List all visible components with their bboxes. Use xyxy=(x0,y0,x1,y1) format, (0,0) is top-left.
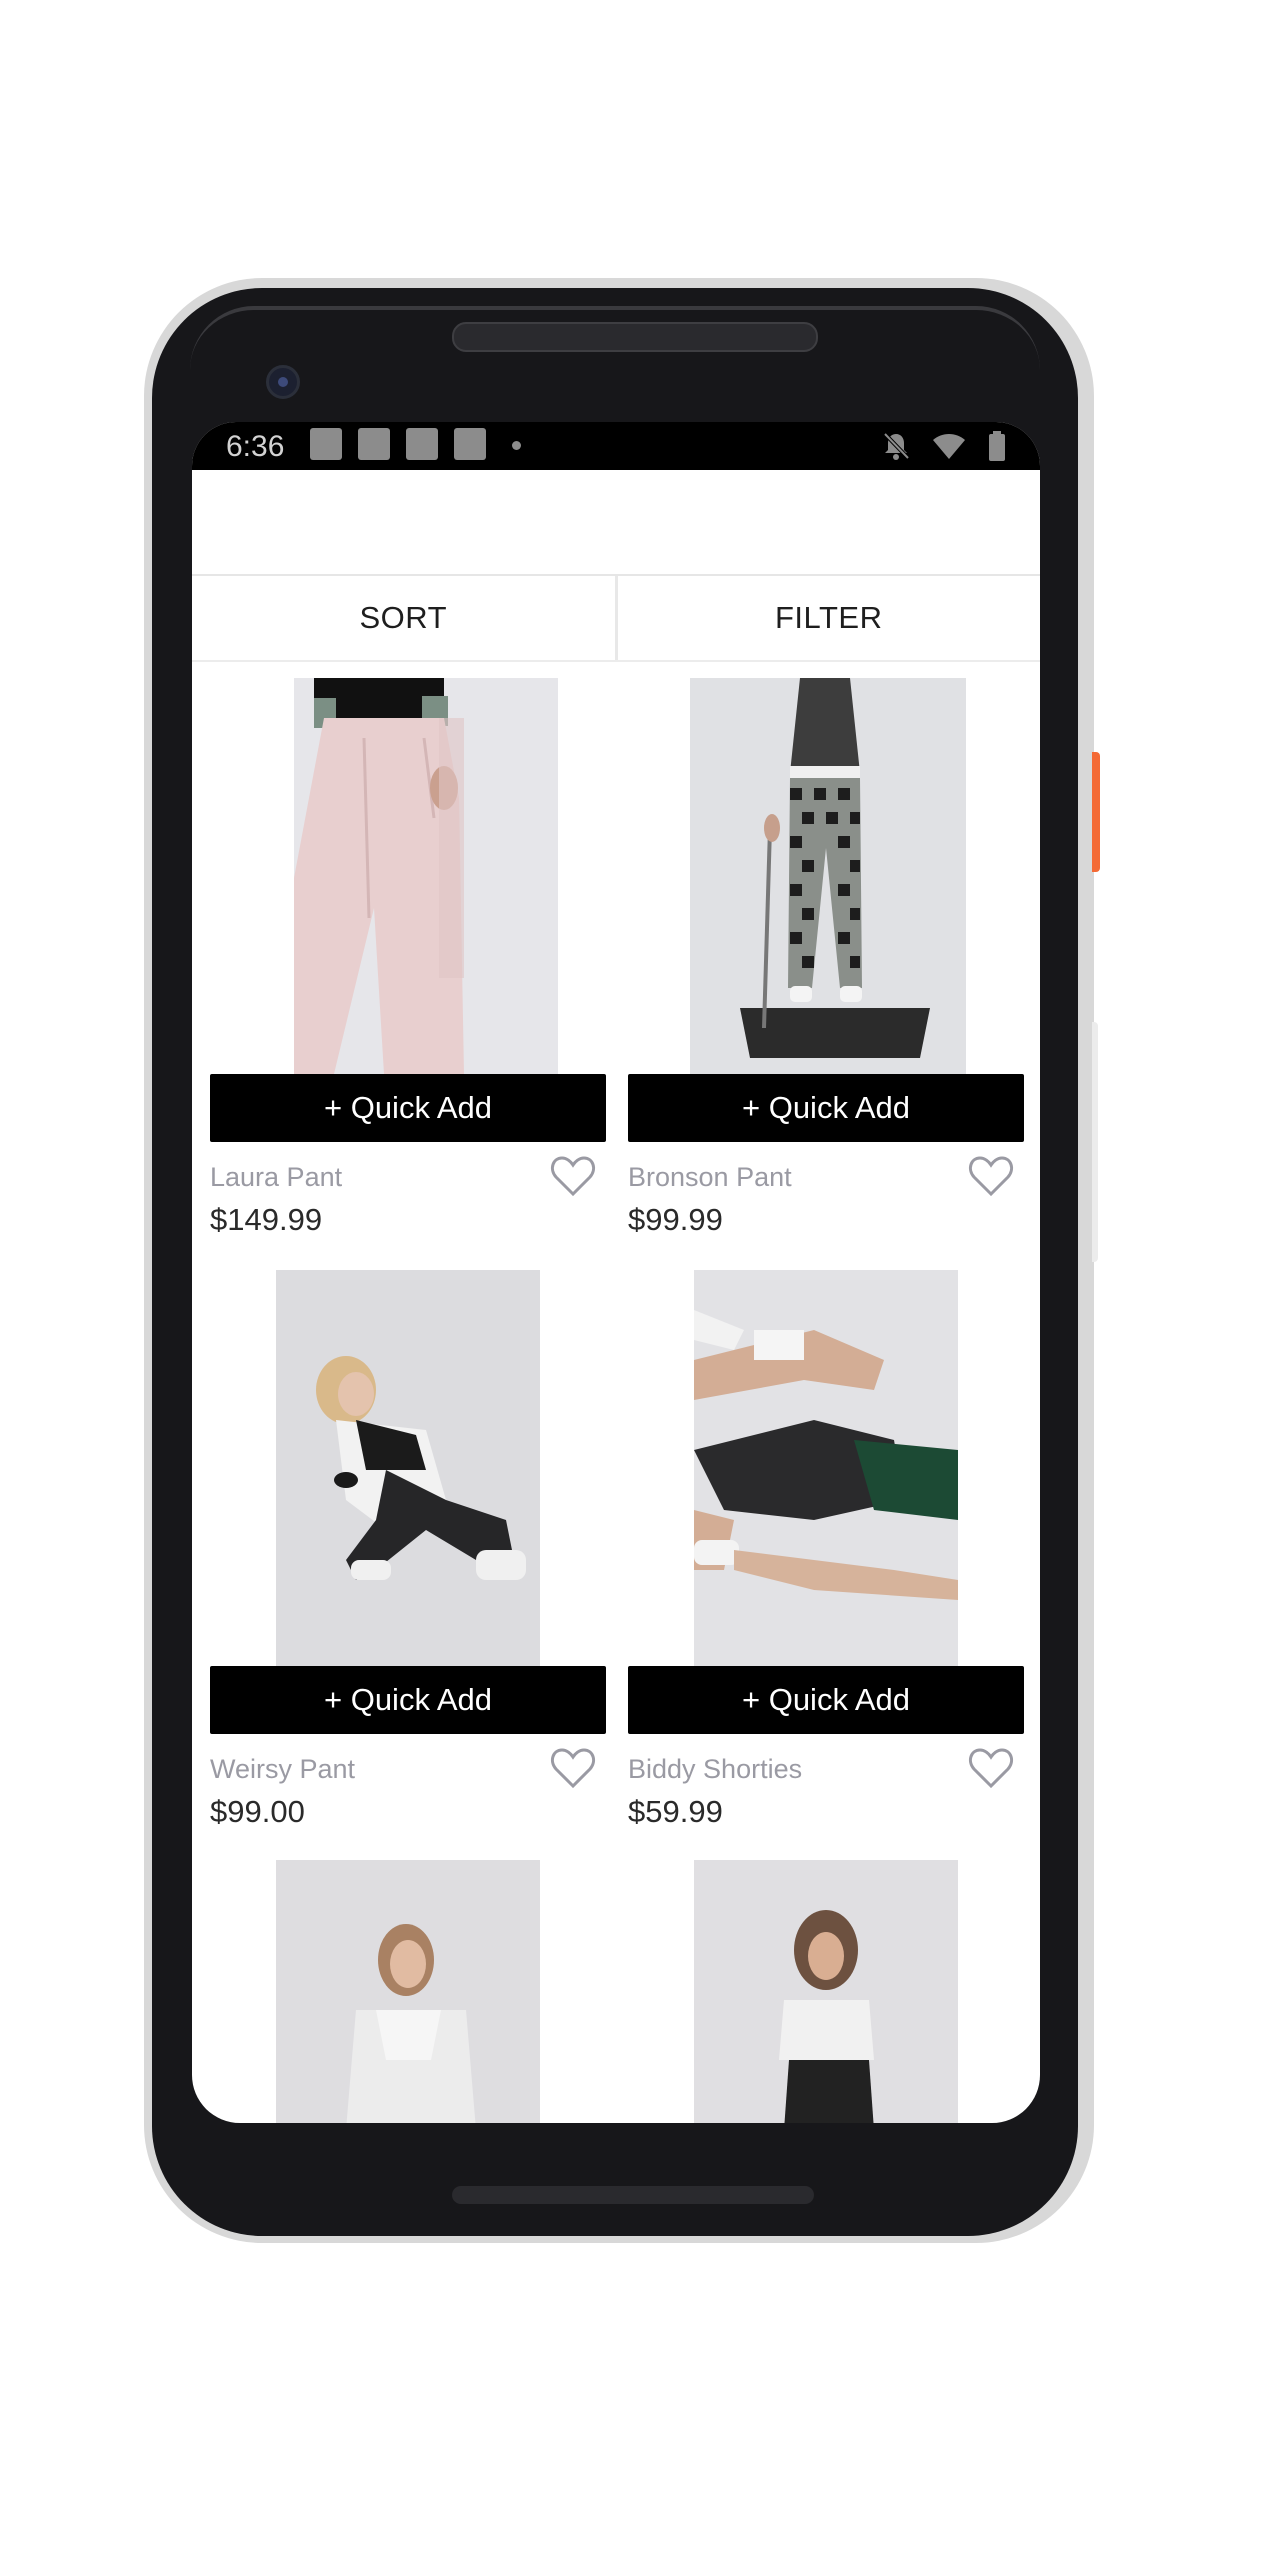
power-button[interactable] xyxy=(1092,752,1100,872)
product-card-biddy-shorties[interactable]: + Quick Add Biddy Shorties $59.99 xyxy=(628,1270,1028,1830)
status-time: 6:36 xyxy=(226,430,285,463)
quick-add-button[interactable]: + Quick Add xyxy=(210,1666,606,1734)
product-image[interactable] xyxy=(690,678,966,1074)
app-header xyxy=(192,470,1040,576)
product-image[interactable] xyxy=(694,1270,958,1666)
product-name[interactable]: Weirsy Pant xyxy=(210,1754,355,1785)
earpiece-speaker xyxy=(452,322,818,352)
product-name[interactable]: Bronson Pant xyxy=(628,1162,792,1193)
product-price: $99.00 xyxy=(210,1794,305,1829)
product-price: $99.99 xyxy=(628,1202,723,1237)
quick-add-button[interactable]: + Quick Add xyxy=(628,1074,1024,1142)
heart-outline-icon[interactable] xyxy=(968,1154,1014,1198)
product-card-bronson-pant[interactable]: + Quick Add Bronson Pant $99.99 xyxy=(628,678,1028,1238)
bell-off-icon xyxy=(883,432,910,460)
status-bar: 6:36 xyxy=(192,422,1040,470)
heart-outline-icon[interactable] xyxy=(550,1746,596,1790)
product-name[interactable]: Biddy Shorties xyxy=(628,1754,802,1785)
product-card-laura-pant[interactable]: + Quick Add Laura Pant $149.99 xyxy=(210,678,610,1238)
heart-outline-icon[interactable] xyxy=(968,1746,1014,1790)
product-price: $59.99 xyxy=(628,1794,723,1829)
volume-button[interactable] xyxy=(1092,1022,1098,1262)
battery-icon xyxy=(989,431,1005,461)
product-price: $149.99 xyxy=(210,1202,323,1237)
filter-button[interactable]: FILTER xyxy=(618,576,1041,660)
notification-square-icon xyxy=(358,428,390,460)
sort-button[interactable]: SORT xyxy=(192,576,618,660)
notification-square-icon xyxy=(310,428,342,460)
product-image[interactable] xyxy=(294,678,558,1074)
product-image[interactable] xyxy=(276,1270,540,1666)
sort-filter-bar: SORT FILTER xyxy=(192,576,1040,662)
notification-square-icon xyxy=(454,428,486,460)
product-card-weirsy-pant[interactable]: + Quick Add Weirsy Pant $99.00 xyxy=(210,1270,610,1830)
wifi-icon xyxy=(933,434,965,459)
quick-add-button[interactable]: + Quick Add xyxy=(628,1666,1024,1734)
product-image[interactable] xyxy=(694,1860,958,2123)
heart-outline-icon[interactable] xyxy=(550,1154,596,1198)
product-name[interactable]: Laura Pant xyxy=(210,1162,342,1193)
bottom-speaker xyxy=(452,2186,814,2204)
device-screen: 6:36 SORT FILTER + Quick Add Laura Pant … xyxy=(192,422,1040,2123)
quick-add-button[interactable]: + Quick Add xyxy=(210,1074,606,1142)
front-camera-icon xyxy=(266,365,300,399)
product-image[interactable] xyxy=(276,1860,540,2123)
status-icons xyxy=(882,428,1006,464)
more-dot-icon xyxy=(512,441,521,450)
notification-square-icon xyxy=(406,428,438,460)
